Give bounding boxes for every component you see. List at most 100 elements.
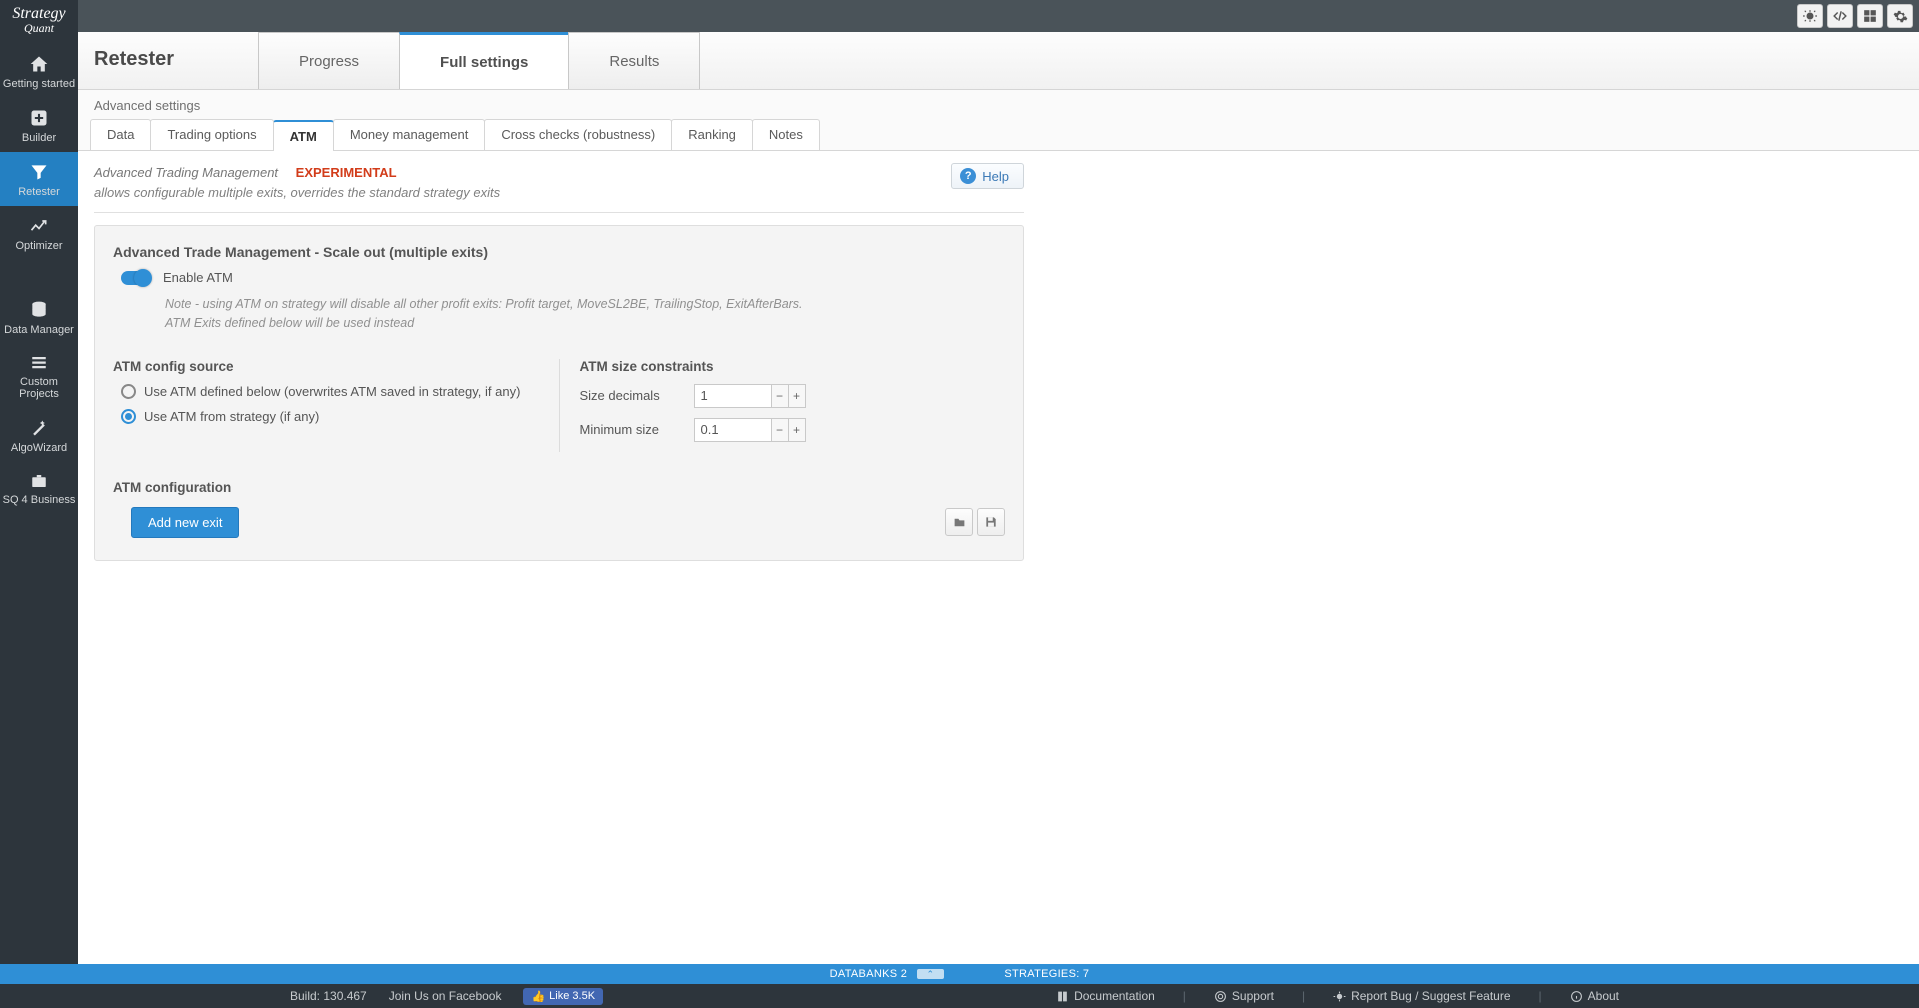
documentation-link[interactable]: Documentation [1056, 989, 1155, 1003]
subtab-cross-checks[interactable]: Cross checks (robustness) [484, 119, 672, 150]
subtabs: Data Trading options ATM Money managemen… [78, 119, 1919, 151]
help-button[interactable]: ? Help [951, 163, 1024, 189]
help-icon: ? [960, 168, 976, 184]
main-tab-progress[interactable]: Progress [258, 32, 400, 89]
save-button[interactable] [977, 508, 1005, 536]
decrement-button[interactable]: − [771, 419, 788, 441]
code-icon-button[interactable] [1827, 4, 1853, 28]
increment-button[interactable]: + [788, 419, 805, 441]
nav-custom-projects[interactable]: Custom Projects [0, 344, 78, 408]
databanks-bar[interactable]: DATABANKS 2 ⌃ STRATEGIES: 7 [0, 964, 1919, 984]
fb-like-button[interactable]: 👍 Like 3.5K [523, 988, 603, 1005]
briefcase-icon [29, 472, 49, 490]
footer: Build: 130.467 Join Us on Facebook 👍 Lik… [0, 984, 1919, 1008]
nav-algowizard[interactable]: AlgoWizard [0, 408, 78, 462]
nav-label: Custom Projects [19, 376, 59, 400]
join-facebook-link[interactable]: Join Us on Facebook [389, 989, 502, 1003]
subtab-atm[interactable]: ATM [273, 120, 334, 151]
size-decimals-input[interactable] [695, 385, 771, 407]
bug-icon [1333, 990, 1346, 1003]
constraints-heading: ATM size constraints [580, 359, 1006, 374]
sidebar: Strategy Quant Getting started Builder R… [0, 0, 78, 964]
enable-atm-label: Enable ATM [163, 270, 233, 285]
header: Retester Progress Full settings Results [78, 32, 1919, 90]
intro-row: Advanced Trading Management EXPERIMENTAL… [94, 163, 1024, 213]
book-icon [1056, 990, 1069, 1003]
nav-label: AlgoWizard [11, 442, 67, 454]
home-icon [28, 54, 50, 74]
chart-line-icon [28, 216, 50, 236]
nav-sq4business[interactable]: SQ 4 Business [0, 462, 78, 514]
grid-icon-button[interactable] [1857, 4, 1883, 28]
lifebuoy-icon [1214, 990, 1227, 1003]
nav-getting-started[interactable]: Getting started [0, 44, 78, 98]
nav-label: Data Manager [4, 324, 74, 336]
nav-retester[interactable]: Retester [0, 152, 78, 206]
nav-label: Builder [22, 132, 56, 144]
intro-subtitle: allows configurable multiple exits, over… [94, 185, 500, 200]
minimum-size-label: Minimum size [580, 422, 680, 437]
gear-icon-button[interactable] [1887, 4, 1913, 28]
atm-panel: Advanced Trade Management - Scale out (m… [94, 225, 1024, 561]
bug-icon-button[interactable] [1797, 4, 1823, 28]
minimum-size-spinner: − + [694, 418, 806, 442]
tab-label: Progress [299, 53, 359, 70]
subtab-trading-options[interactable]: Trading options [150, 119, 273, 150]
info-icon [1570, 990, 1583, 1003]
code-icon [1832, 9, 1848, 23]
breadcrumb: Advanced settings [78, 90, 1919, 119]
subtab-notes[interactable]: Notes [752, 119, 820, 150]
size-decimals-spinner: − + [694, 384, 806, 408]
decrement-button[interactable]: − [771, 385, 788, 407]
size-decimals-label: Size decimals [580, 388, 680, 403]
minimum-size-input[interactable] [695, 419, 771, 441]
subtab-data[interactable]: Data [90, 119, 151, 150]
tab-label: Results [609, 53, 659, 70]
main-tab-results[interactable]: Results [568, 32, 700, 89]
funnel-icon [29, 162, 49, 182]
config-source-heading: ATM config source [113, 359, 539, 374]
about-link[interactable]: About [1570, 989, 1619, 1003]
radio-use-defined-below[interactable]: Use ATM defined below (overwrites ATM sa… [121, 384, 539, 399]
open-folder-button[interactable] [945, 508, 973, 536]
add-new-exit-button[interactable]: Add new exit [131, 507, 239, 538]
chevron-up-icon[interactable]: ⌃ [917, 969, 945, 979]
panel-heading: Advanced Trade Management - Scale out (m… [113, 244, 1005, 260]
main-tab-full-settings[interactable]: Full settings [399, 32, 569, 89]
database-icon [29, 300, 49, 320]
nav-label: Retester [18, 186, 60, 198]
report-bug-link[interactable]: Report Bug / Suggest Feature [1333, 989, 1510, 1003]
folder-icon [952, 516, 967, 529]
radio-icon [121, 384, 136, 399]
nav-label: Getting started [3, 78, 75, 90]
nav-optimizer[interactable]: Optimizer [0, 206, 78, 260]
support-link[interactable]: Support [1214, 989, 1274, 1003]
atm-note: Note - using ATM on strategy will disabl… [165, 295, 805, 333]
atm-configuration-heading: ATM configuration [113, 480, 1005, 495]
stack-icon [29, 354, 49, 372]
gear-icon [1893, 9, 1908, 24]
nav-data-manager[interactable]: Data Manager [0, 290, 78, 344]
plus-icon [29, 108, 49, 128]
radio-icon [121, 409, 136, 424]
subtab-money-management[interactable]: Money management [333, 119, 486, 150]
brand-logo: Strategy Quant [12, 0, 65, 44]
nav-label: Optimizer [15, 240, 62, 252]
tab-label: Full settings [440, 54, 528, 71]
intro-title: Advanced Trading Management [94, 165, 278, 180]
thumb-icon: 👍 [531, 990, 545, 1003]
databanks-label: DATABANKS 2 [830, 968, 907, 980]
build-label: Build: 130.467 [290, 989, 367, 1003]
strategies-label: STRATEGIES: 7 [1004, 968, 1089, 980]
increment-button[interactable]: + [788, 385, 805, 407]
grid-icon [1863, 9, 1877, 23]
bug-icon [1803, 9, 1817, 23]
experimental-badge: EXPERIMENTAL [296, 165, 397, 180]
page-title: Retester [78, 32, 258, 89]
subtab-ranking[interactable]: Ranking [671, 119, 753, 150]
nav-builder[interactable]: Builder [0, 98, 78, 152]
nav-label: SQ 4 Business [3, 494, 76, 506]
enable-atm-toggle[interactable] [121, 271, 151, 285]
radio-use-from-strategy[interactable]: Use ATM from strategy (if any) [121, 409, 539, 424]
wand-icon [29, 418, 49, 438]
